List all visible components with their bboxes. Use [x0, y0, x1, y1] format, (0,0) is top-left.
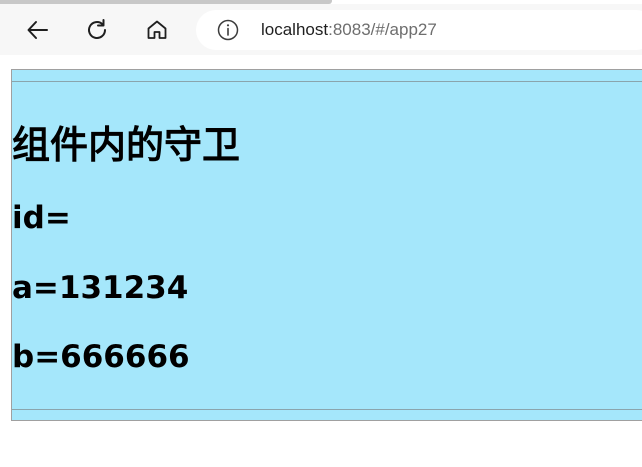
id-value: id= [12, 200, 71, 236]
info-icon[interactable] [217, 19, 239, 41]
a-value: a=131234 [12, 270, 189, 306]
browser-toolbar: localhost:8083/#/app27 [0, 4, 642, 55]
reload-button[interactable] [79, 12, 115, 48]
home-button[interactable] [139, 12, 175, 48]
url-host: localhost [261, 20, 329, 39]
url-text[interactable]: localhost:8083/#/app27 [261, 20, 437, 40]
url-path: :8083/#/app27 [328, 20, 437, 39]
app-container: 组件内的守卫 id= a=131234 b=666666 [11, 69, 642, 421]
page-viewport: 组件内的守卫 id= a=131234 b=666666 [0, 55, 642, 467]
reload-icon [88, 19, 106, 39]
address-bar[interactable]: localhost:8083/#/app27 [196, 10, 642, 50]
arrow-left-icon [27, 21, 48, 39]
page-title: 组件内的守卫 [12, 123, 241, 167]
component-panel: 组件内的守卫 id= a=131234 b=666666 [12, 81, 642, 410]
home-icon [147, 20, 167, 39]
back-button[interactable] [20, 12, 56, 48]
b-value: b=666666 [12, 339, 190, 375]
